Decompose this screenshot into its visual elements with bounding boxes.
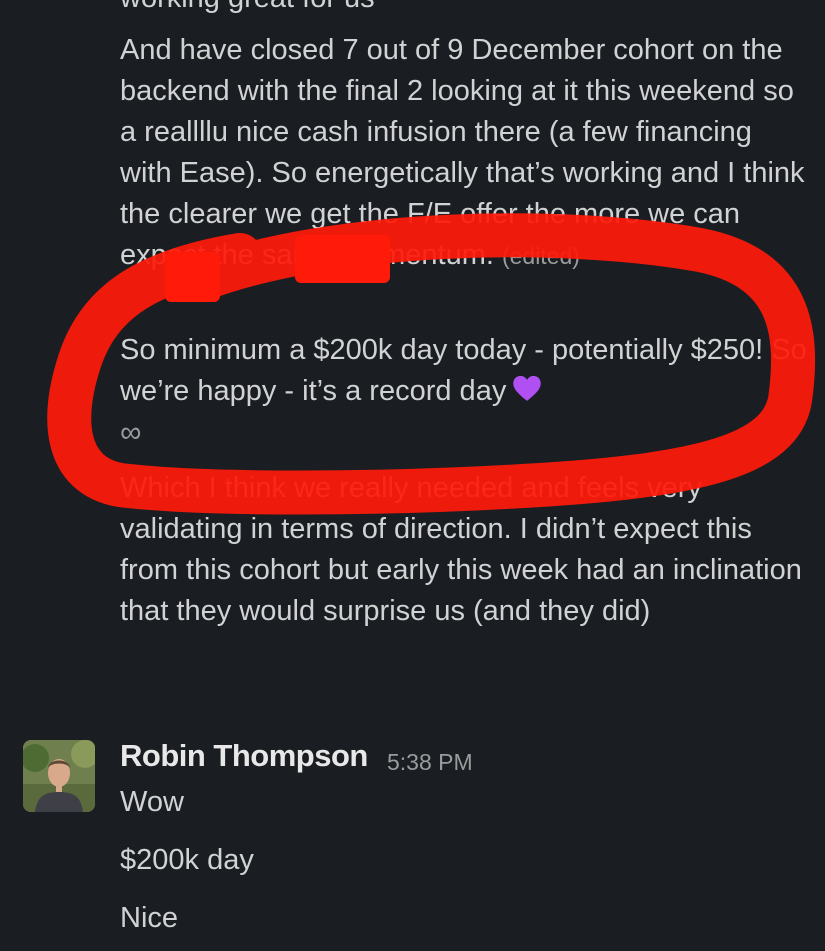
message-text: So minimum a $200k day today - potential… bbox=[120, 334, 807, 407]
purple-heart-icon bbox=[506, 375, 542, 407]
avatar[interactable] bbox=[23, 740, 95, 812]
message-text: Which I think we really needed and feels… bbox=[120, 472, 802, 627]
infinity-emoji: ∞ bbox=[120, 416, 142, 449]
cut-off-message-line: working great for us bbox=[120, 0, 375, 19]
message-text: And have closed 7 out of 9 December coho… bbox=[120, 34, 805, 271]
sender-name[interactable]: Robin Thompson bbox=[120, 738, 368, 774]
reply-line[interactable]: Wow bbox=[120, 786, 184, 819]
message-paragraph-validating[interactable]: Which I think we really needed and feels… bbox=[120, 468, 810, 632]
message-paragraph-backend[interactable]: And have closed 7 out of 9 December coho… bbox=[120, 30, 810, 277]
message-timestamp[interactable]: 5:38 PM bbox=[387, 749, 473, 776]
message-paragraph-record-day[interactable]: So minimum a $200k day today - potential… bbox=[120, 330, 810, 454]
edited-label: (edited) bbox=[501, 243, 580, 269]
reply-line[interactable]: Nice bbox=[120, 902, 178, 935]
chat-view: working great for us And have closed 7 o… bbox=[0, 0, 825, 951]
reply-line[interactable]: $200k day bbox=[120, 844, 254, 877]
